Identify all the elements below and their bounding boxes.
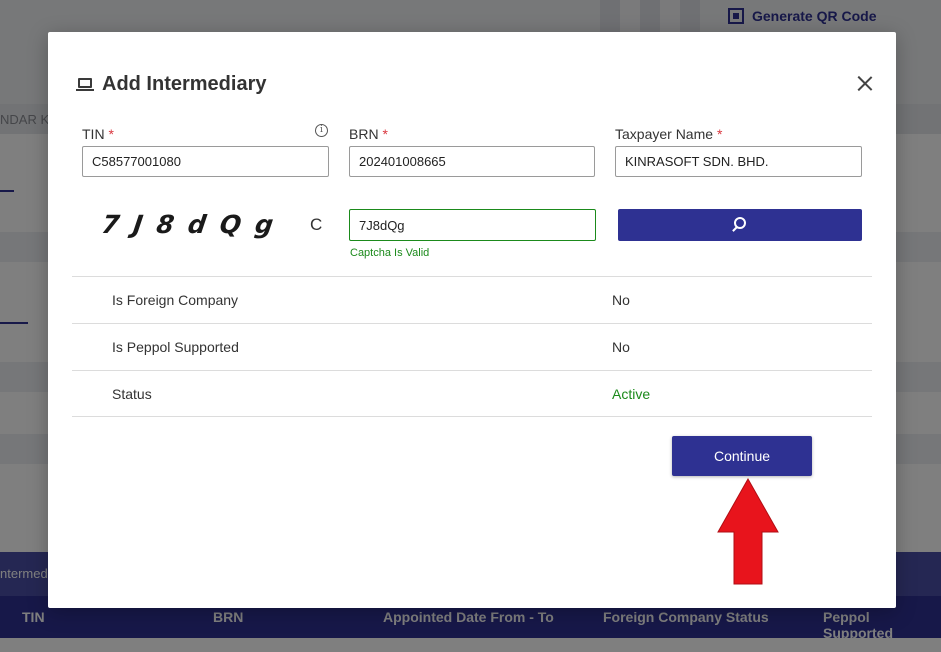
- status-value: Active: [612, 386, 651, 402]
- red-arrow-annotation: [717, 478, 779, 585]
- tin-field[interactable]: [82, 146, 329, 177]
- detail-label: Status: [112, 386, 152, 402]
- captcha-image: 7J8dQg: [99, 210, 290, 239]
- search-button[interactable]: [618, 209, 862, 241]
- tin-label: TIN *: [82, 126, 114, 142]
- dialog-header: Add Intermediary: [76, 73, 266, 96]
- taxpayer-name-label: Taxpayer Name *: [615, 126, 723, 142]
- detail-row-foreign: Is Foreign Company No: [72, 276, 872, 323]
- detail-label: Is Peppol Supported: [112, 339, 239, 355]
- laptop-icon: [76, 77, 94, 92]
- brn-field[interactable]: [349, 146, 595, 177]
- add-intermediary-dialog: Add Intermediary TIN * i BRN * Taxpayer …: [48, 32, 896, 608]
- search-icon: [734, 217, 746, 229]
- captcha-status: Captcha Is Valid: [350, 247, 430, 259]
- detail-row-peppol: Is Peppol Supported No: [72, 323, 872, 370]
- detail-value: No: [612, 339, 630, 355]
- taxpayer-name-field[interactable]: [615, 146, 862, 177]
- info-icon[interactable]: i: [315, 124, 328, 137]
- detail-value: No: [612, 292, 630, 308]
- detail-row-status: Status Active: [72, 370, 872, 417]
- continue-button[interactable]: Continue: [672, 436, 812, 476]
- detail-label: Is Foreign Company: [112, 292, 239, 308]
- brn-label: BRN *: [349, 126, 388, 142]
- captcha-input[interactable]: [349, 209, 596, 241]
- close-icon[interactable]: [854, 73, 876, 95]
- captcha-refresh-button[interactable]: C: [310, 215, 322, 235]
- dialog-title: Add Intermediary: [102, 73, 267, 95]
